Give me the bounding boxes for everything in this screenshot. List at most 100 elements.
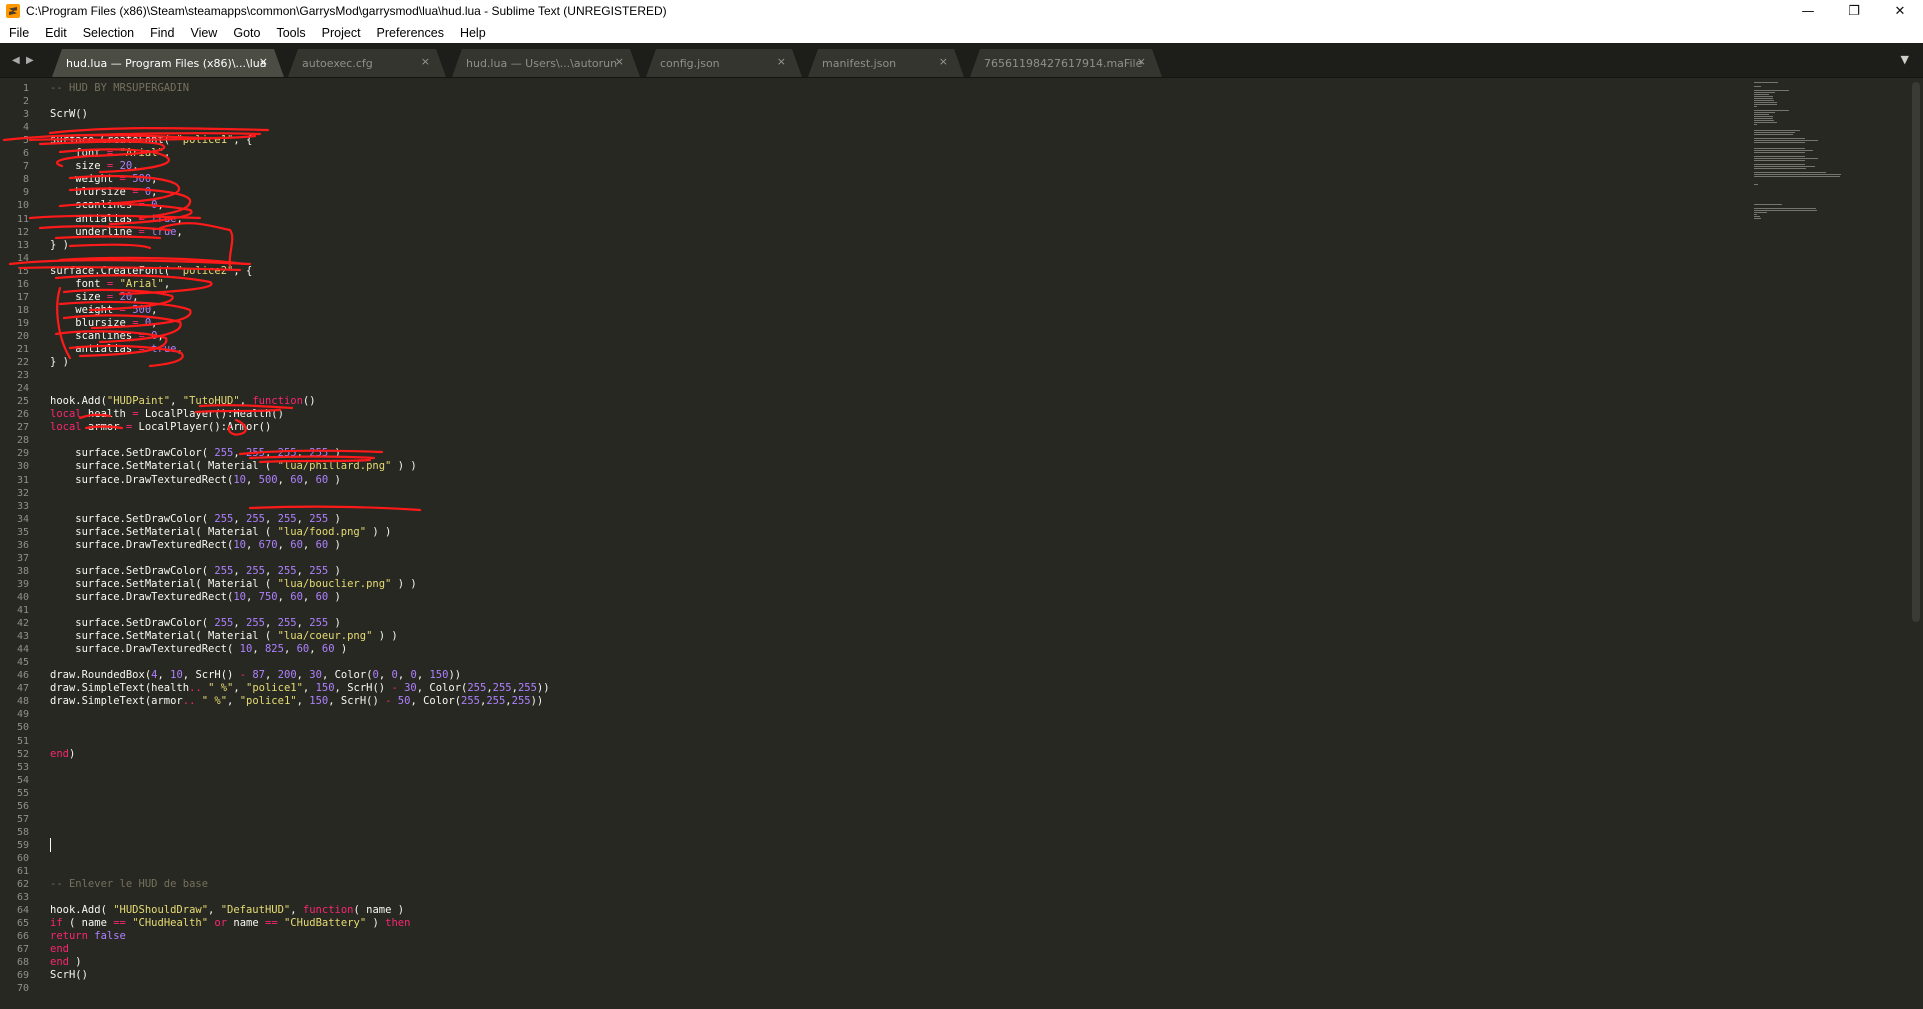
- tab-config-json[interactable]: config.json ×: [646, 49, 802, 77]
- code-line[interactable]: surface.SetMaterial( Material ( "lua/foo…: [50, 526, 391, 539]
- code-token: } ): [50, 356, 69, 369]
- tab-close-icon[interactable]: ×: [939, 55, 948, 68]
- editor-area[interactable]: 1 2 3 4 5 6 7 8 9 10 11 12 13 14 15 16 17 18 19 20 21 22 23 24 2…: [0, 78, 1923, 1009]
- menu-project[interactable]: Project: [313, 26, 368, 40]
- code-token: true: [151, 343, 177, 355]
- code-token: 825: [264, 643, 284, 656]
- menu-help[interactable]: Help: [451, 26, 493, 40]
- code-line[interactable]: local health = LocalPlayer():Health(): [50, 408, 284, 421]
- code-line[interactable]: surface.DrawTexturedRect(10, 750, 60, 60…: [50, 591, 341, 604]
- line-number: 7: [22, 161, 29, 173]
- code-line[interactable]: scanlines = 0,: [50, 199, 164, 212]
- code-token: ): [334, 643, 348, 656]
- tab-next-icon[interactable]: ▶: [26, 43, 34, 77]
- code-token: ,: [378, 669, 392, 682]
- code-line[interactable]: ScrW(): [50, 108, 88, 121]
- tab-mafile[interactable]: 76561198427617914.maFile ×: [970, 49, 1162, 77]
- code-line[interactable]: } ): [50, 356, 69, 369]
- menu-view[interactable]: View: [181, 26, 224, 40]
- code-token: "lua/food.png": [277, 525, 367, 538]
- code-line[interactable]: -- HUD BY MRSUPERGADIN: [50, 82, 189, 95]
- code-line[interactable]: draw.SimpleText(health.. " %", "police1"…: [50, 682, 550, 695]
- code-line[interactable]: surface.SetDrawColor( 255, 255, 255, 255…: [50, 447, 341, 460]
- minimize-button[interactable]: —: [1785, 0, 1831, 22]
- code-token: ,: [176, 343, 183, 355]
- code-line[interactable]: scanlines = 0,: [50, 330, 164, 343]
- code-token: )): [530, 695, 544, 708]
- tab-close-icon[interactable]: ×: [777, 55, 786, 68]
- menu-selection[interactable]: Selection: [74, 26, 141, 40]
- code-line[interactable]: } ): [50, 239, 69, 252]
- code-line[interactable]: antialias = true,: [50, 213, 183, 226]
- maximize-button[interactable]: ❐: [1831, 0, 1877, 22]
- code-line[interactable]: surface.CreateFont( "police1", {: [50, 134, 252, 147]
- code-line[interactable]: draw.SimpleText(armor.. " %", "police1",…: [50, 695, 543, 708]
- close-button[interactable]: ✕: [1877, 0, 1923, 22]
- code-token: ,: [245, 590, 259, 603]
- tab-list-dropdown-icon[interactable]: ▼: [1901, 53, 1909, 66]
- code-line[interactable]: antialias = true,: [50, 343, 183, 356]
- tab-autoexec-cfg[interactable]: autoexec.cfg ×: [288, 49, 446, 77]
- tab-prev-icon[interactable]: ◀: [12, 43, 20, 77]
- menu-find[interactable]: Find: [141, 26, 181, 40]
- code-line[interactable]: surface.DrawTexturedRect(10, 500, 60, 60…: [50, 474, 341, 487]
- code-line[interactable]: surface.SetMaterial( Material ( "lua/phi…: [50, 460, 416, 473]
- code-line[interactable]: surface.SetMaterial( Material ( "lua/bou…: [50, 577, 417, 591]
- code-line[interactable]: font = "Arial",: [50, 147, 170, 160]
- code-token: ): [328, 512, 341, 525]
- code-line[interactable]: hook.Add("HUDPaint", "TutoHUD", function…: [50, 395, 316, 408]
- code-line[interactable]: blursize = 0,: [50, 186, 157, 199]
- minimap-line: [1754, 112, 1775, 113]
- code-token: 30: [309, 669, 322, 682]
- menu-tools[interactable]: Tools: [267, 26, 312, 40]
- code-token: draw.RoundedBox(: [50, 669, 152, 682]
- code-line[interactable]: font = "Arial",: [50, 278, 170, 291]
- code-line[interactable]: local armor = LocalPlayer():Armor(): [50, 421, 271, 434]
- vertical-scrollbar[interactable]: [1912, 82, 1920, 622]
- code-token: ,: [302, 590, 316, 603]
- code-line[interactable]: ScrH(): [50, 969, 88, 982]
- code-line[interactable]: surface.SetDrawColor( 255, 255, 255, 255…: [50, 617, 341, 630]
- code-line[interactable]: end): [50, 748, 75, 761]
- code-token: "Arial": [119, 147, 164, 160]
- code-line[interactable]: surface.SetMaterial( Material ( "lua/coe…: [50, 630, 397, 643]
- tab-hud-lua-program-files[interactable]: hud.lua — Program Files (x86)\...\lua ×: [52, 49, 284, 77]
- code-token: -- Enlever le HUD de base: [50, 878, 209, 891]
- code-line[interactable]: end ): [50, 956, 82, 969]
- code-line[interactable]: blursize = 0,: [50, 317, 157, 330]
- code-line[interactable]: hook.Add( "HUDShouldDraw", "DefautHUD", …: [50, 904, 404, 917]
- tab-manifest-json[interactable]: manifest.json ×: [808, 49, 964, 77]
- code-line[interactable]: surface.DrawTexturedRect(10, 670, 60, 60…: [50, 539, 341, 552]
- tab-close-icon[interactable]: ×: [1137, 55, 1146, 68]
- code-line[interactable]: weight = 500,: [50, 173, 157, 186]
- code-line[interactable]: surface.DrawTexturedRect( 10, 825, 60, 6…: [50, 643, 347, 656]
- code-line[interactable]: surface.CreateFont( "police2", {: [50, 265, 252, 278]
- code-token: ,: [302, 538, 316, 551]
- tab-close-icon[interactable]: ×: [615, 55, 624, 68]
- code-line[interactable]: -- Enlever le HUD de base: [50, 878, 208, 891]
- code-line[interactable]: weight = 500,: [50, 304, 157, 317]
- code-line[interactable]: draw.RoundedBox(4, 10, ScrH() - 87, 200,…: [50, 669, 461, 682]
- menu-preferences[interactable]: Preferences: [368, 26, 451, 40]
- tab-hud-lua-autorun[interactable]: hud.lua — Users\...\autorun ×: [452, 49, 640, 77]
- code-token: ) ): [391, 577, 417, 590]
- code-line[interactable]: if ( name == "CHudHealth" or name == "CH…: [50, 917, 410, 930]
- code-line[interactable]: surface.SetDrawColor( 255, 255, 255, 255…: [50, 565, 341, 578]
- tab-close-icon[interactable]: ×: [259, 55, 268, 68]
- minimap[interactable]: [1752, 78, 1912, 1009]
- menu-goto[interactable]: Goto: [224, 26, 267, 40]
- code-line[interactable]: return false: [50, 930, 126, 943]
- code-token: ,: [157, 199, 164, 212]
- code-line[interactable]: surface.SetDrawColor( 255, 255, 255, 255…: [50, 513, 341, 526]
- code-line[interactable]: end: [50, 943, 69, 956]
- menu-file[interactable]: File: [0, 26, 36, 40]
- code-line[interactable]: underline = true,: [50, 226, 183, 239]
- tab-close-icon[interactable]: ×: [421, 55, 430, 68]
- code-view[interactable]: -- HUD BY MRSUPERGADIN ScrW() surface.Crea…: [50, 78, 1740, 1009]
- code-line[interactable]: size = 20,: [50, 291, 138, 304]
- line-number: 34: [16, 513, 29, 525]
- code-token: 87: [252, 669, 266, 682]
- menu-edit[interactable]: Edit: [36, 26, 74, 40]
- code-token: 150: [309, 695, 329, 708]
- code-line[interactable]: size = 20,: [50, 160, 138, 173]
